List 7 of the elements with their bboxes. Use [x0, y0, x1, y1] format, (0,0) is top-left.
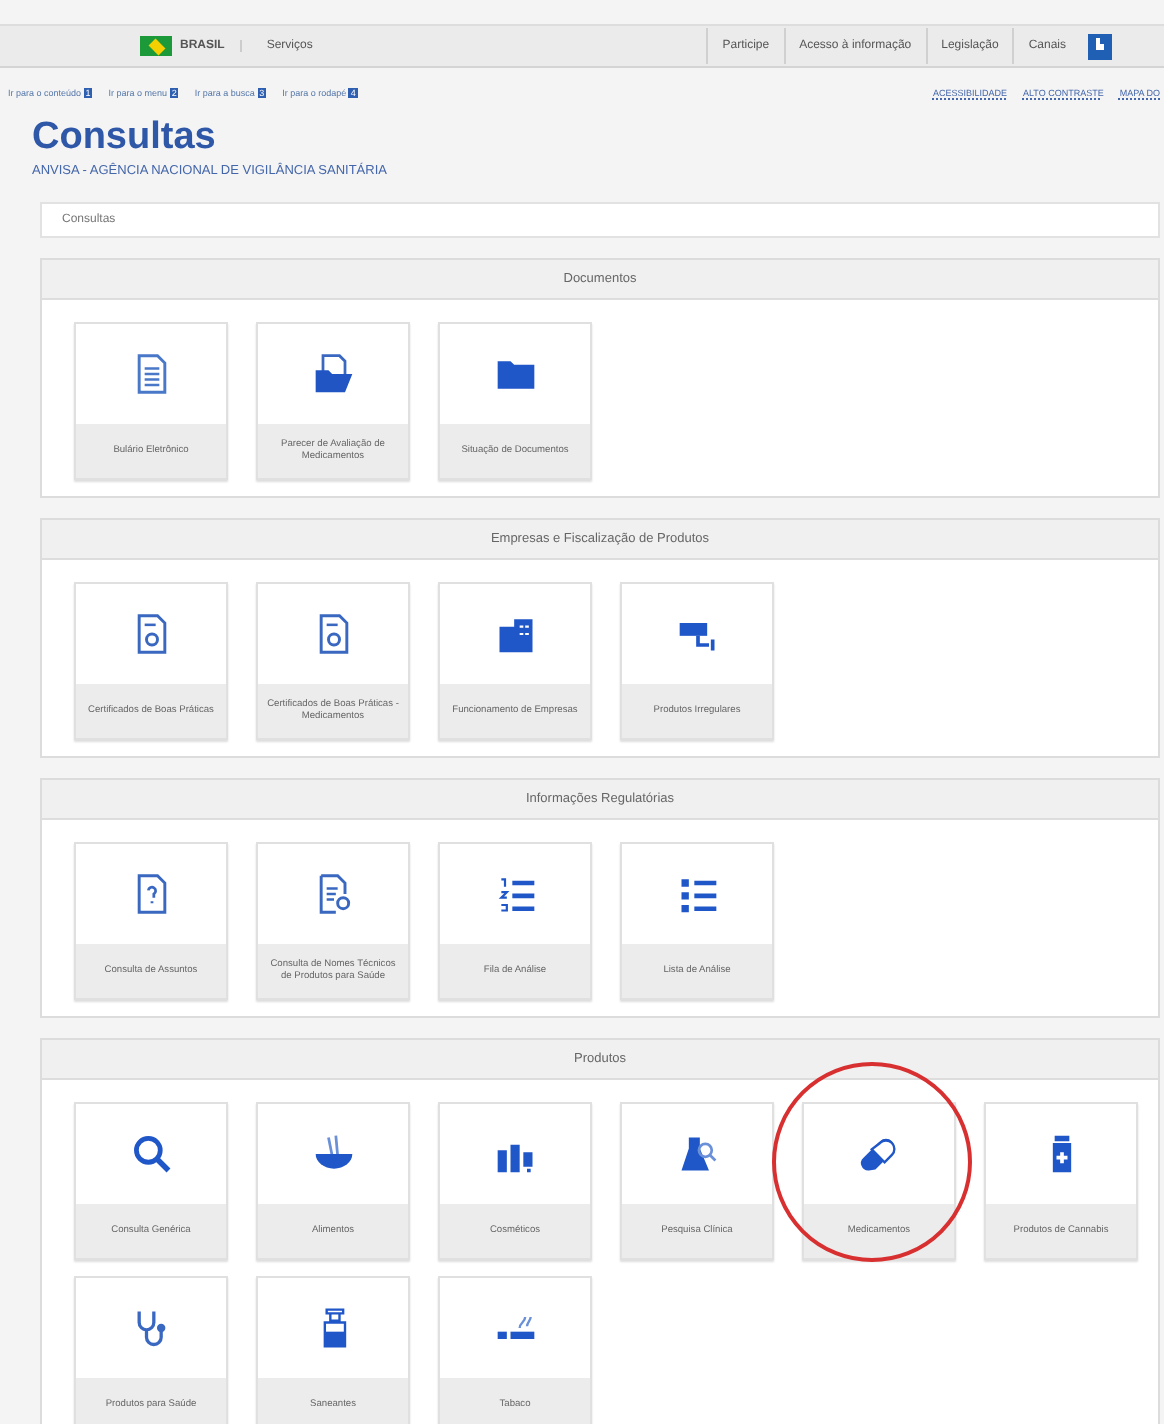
- accessibility-icon[interactable]: [1088, 33, 1112, 59]
- numbered-list-icon: [493, 872, 537, 916]
- page-title: Consultas: [32, 116, 218, 160]
- folder-document-icon: [311, 352, 355, 396]
- search-icon: [129, 1132, 173, 1176]
- flag-icon: [140, 36, 172, 56]
- flask-icon: [675, 1132, 719, 1176]
